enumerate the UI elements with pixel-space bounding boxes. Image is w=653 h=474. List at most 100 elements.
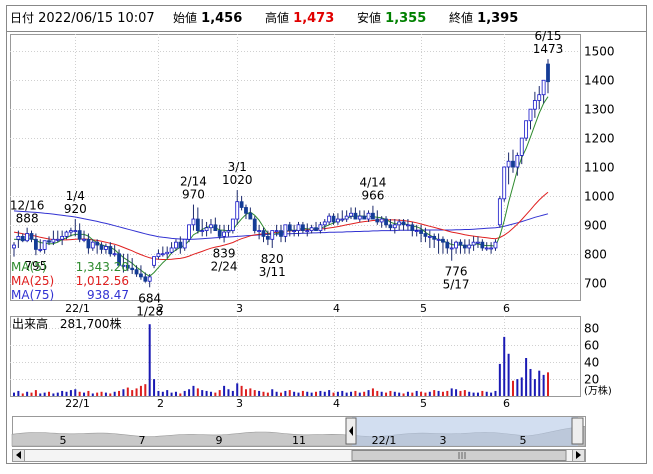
candle-body [16, 235, 21, 240]
stock-chart-window: 700 800 900 1000 1100 1200 1300 1400 1500 80 60 40 2… [0, 0, 653, 470]
volume-bar [109, 393, 112, 396]
candle-body [213, 224, 218, 232]
volume-bar [468, 391, 471, 396]
candle-body [209, 224, 213, 229]
volume-bar [100, 391, 103, 396]
volume-bar [437, 390, 440, 396]
volume-bar [174, 391, 177, 396]
high-value: 1,473 [293, 11, 335, 26]
volume-bar [48, 391, 51, 396]
candle-body [476, 241, 480, 244]
candle-body [506, 160, 511, 168]
candle-body [436, 238, 441, 241]
volume-bar [411, 392, 414, 396]
volume-bar [354, 390, 357, 396]
volume-title: 出来高 281,700株 [12, 315, 121, 332]
candle-body [309, 227, 314, 232]
volume-bar [275, 391, 278, 396]
volume-bar [297, 392, 300, 396]
candle-body [244, 207, 248, 214]
price-axis-tick: 1100 [584, 161, 615, 175]
volume-bar [52, 393, 55, 396]
navigator-label: 5 [520, 434, 527, 447]
navigator-label: 9 [216, 434, 223, 447]
candle-body [537, 94, 542, 101]
annotation-label: 1020 [222, 173, 253, 187]
chart-canvas: 700 800 900 1000 1100 1200 1300 1400 1500 80 60 40 2… [6, 5, 647, 464]
volume-bar [319, 390, 322, 396]
candle-body [152, 256, 156, 266]
candle-body [454, 241, 458, 249]
volume-bar [459, 390, 462, 396]
candle-body [493, 241, 498, 249]
volume-bar [113, 391, 116, 396]
navigator-right-handle[interactable] [571, 417, 584, 445]
navigator-label: 3 [440, 434, 447, 447]
volume-bar [455, 389, 458, 396]
candle-body [147, 276, 152, 282]
candle-body [511, 160, 515, 168]
volume-x-tick: 3 [236, 397, 243, 410]
volume-bar [87, 390, 90, 396]
price-axis-tick: 1300 [584, 103, 615, 117]
low-field: 安値 1,355 [357, 9, 426, 27]
candle-body [292, 230, 297, 233]
volume-bar [139, 385, 142, 396]
candle-body [414, 230, 419, 233]
candle-body [419, 230, 423, 234]
candle-body [69, 230, 73, 233]
candle-body [130, 267, 135, 271]
price-x-tick: 6 [503, 302, 510, 315]
high-field: 高値 1,473 [265, 9, 334, 27]
annotation-label: 684 [138, 291, 161, 305]
price-axis-tick: 900 [584, 219, 607, 233]
price-axis-tick: 1400 [584, 74, 615, 88]
candle-body [480, 241, 485, 249]
volume-bar [91, 393, 94, 396]
volume-x-tick: 4 [333, 397, 340, 410]
volume-bar [385, 392, 388, 396]
volume-bar [367, 390, 370, 396]
volume-bar [525, 358, 528, 396]
candle-body [182, 238, 187, 249]
candle-body [423, 233, 428, 237]
navigator-label: 22/1 [372, 434, 397, 447]
volume-bar [380, 391, 383, 396]
candle-body [104, 246, 108, 250]
candle-body [77, 230, 82, 240]
high-label: 高値 [265, 11, 290, 25]
volume-bar [192, 385, 195, 396]
candle-body [257, 230, 262, 233]
volume-bar [166, 390, 169, 396]
volume-bar [144, 384, 147, 396]
volume-bar [350, 391, 353, 396]
volume-bar [503, 336, 506, 396]
candle-body [528, 108, 533, 122]
candle-body [462, 244, 467, 249]
candle-body [226, 230, 231, 233]
volume-label: 出来高 [12, 317, 49, 331]
candle-body [371, 212, 375, 220]
volume-bar [161, 391, 164, 396]
candle-body [64, 231, 69, 237]
volume-bar [183, 390, 186, 396]
close-value: 1,395 [477, 11, 519, 26]
candle-body [156, 253, 161, 258]
legend-ma5-value: 1,343.20 [75, 260, 129, 274]
volume-x-tick: 22/1 [65, 397, 90, 410]
volume-bar [135, 388, 138, 396]
volume-bar [358, 392, 361, 396]
candle-body [47, 240, 51, 243]
price-x-tick: 22/1 [65, 302, 90, 315]
volume-bar [223, 385, 226, 396]
volume-bar [389, 390, 392, 396]
volume-bar [209, 391, 212, 396]
volume-bar [227, 389, 230, 396]
legend-ma5: MA(5) 1,343.20 [11, 260, 129, 275]
annotation-label: 5/17 [443, 278, 470, 292]
candle-body [327, 215, 332, 223]
volume-bar [511, 380, 514, 396]
candle-body [349, 212, 353, 217]
candle-body [283, 224, 288, 237]
legend-ma75: MA(75) 938.47 [11, 288, 129, 303]
